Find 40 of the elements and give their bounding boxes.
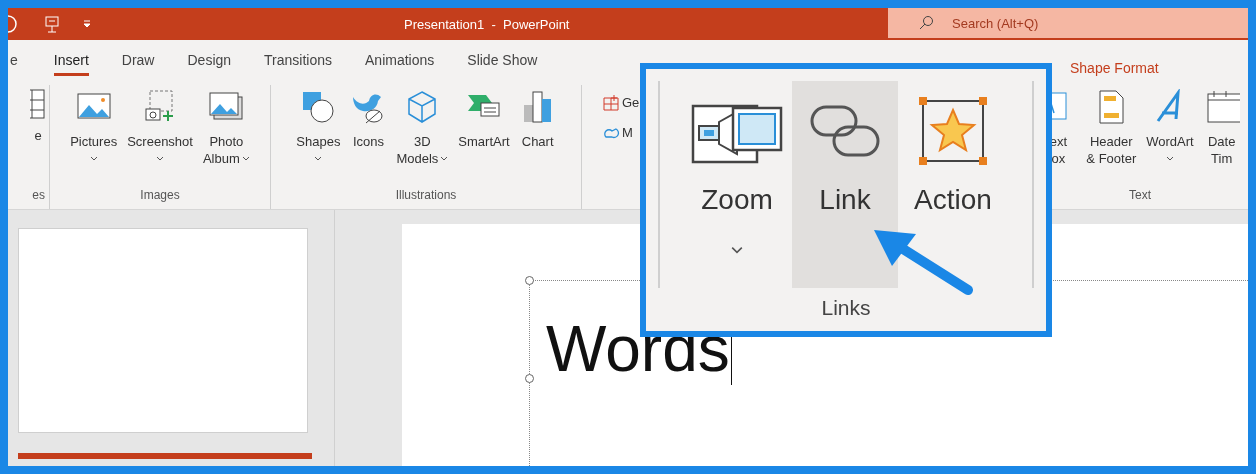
ribbon-button[interactable]: Shapes [293, 85, 344, 186]
ribbon-button[interactable]: Icons [347, 85, 390, 186]
group-label: Images [139, 187, 181, 204]
grid-icon [602, 93, 620, 112]
ribbon-tab[interactable]: Slide Show [467, 49, 538, 76]
ribbon-button[interactable]: Chart [516, 85, 559, 186]
ribbon-button[interactable]: SmartArt [455, 85, 513, 186]
window-title: Presentation1 - PowerPoint [404, 16, 570, 34]
handle-icon[interactable] [525, 374, 534, 383]
presenter-icon[interactable] [44, 15, 60, 33]
contextual-tab[interactable]: Shape Format [1070, 58, 1159, 79]
ribbon-tab[interactable]: Animations [365, 49, 435, 76]
link-group-button[interactable]: Link [792, 81, 898, 288]
search-field[interactable]: Search (Alt+Q) [888, 8, 1248, 38]
ribbon-button[interactable]: M [602, 122, 633, 142]
ribbon-button[interactable]: Ge [602, 93, 640, 113]
ribbon-tab[interactable]: Insert [53, 49, 89, 76]
search-icon [918, 15, 934, 31]
ribbon-button[interactable]: Header & Footer [1083, 85, 1140, 186]
ribbon-button[interactable]: Photo Album [199, 85, 253, 186]
group-label: Links [820, 294, 872, 321]
ribbon-button[interactable]: 3D Models [393, 85, 452, 186]
star-action-icon [918, 96, 988, 166]
group-label: Illustrations [394, 187, 458, 204]
ribbon-tab[interactable]: e [10, 49, 18, 76]
ribbon-button[interactable]: WordArt [1143, 85, 1197, 186]
ribbon-button[interactable]: Date Tim [1200, 85, 1240, 186]
slide-thumbnail[interactable] [18, 228, 308, 433]
shapes-icon [300, 89, 337, 125]
ribbon-button[interactable]: Pictures [67, 85, 121, 186]
ribbon-button[interactable]: Screenshot [124, 85, 196, 186]
ribbon-tab[interactable]: Design [187, 49, 232, 76]
handle-icon[interactable] [525, 276, 534, 285]
ribbon-tab[interactable]: Transitions [264, 49, 333, 76]
ribbon-button[interactable]: e [27, 85, 49, 186]
group-label: es [32, 187, 46, 204]
group-label: Text [1128, 187, 1152, 204]
ribbon-tab[interactable]: Draw [121, 49, 155, 76]
table-icon [30, 89, 46, 119]
customize-icon[interactable] [82, 19, 92, 29]
